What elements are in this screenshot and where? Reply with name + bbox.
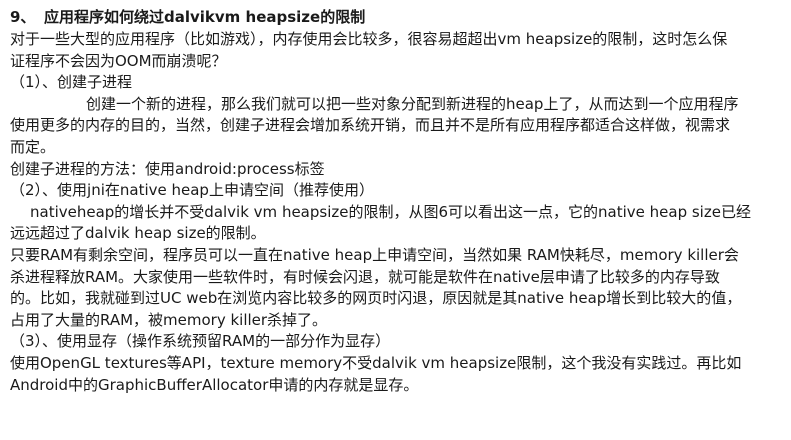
section-number: 9、 — [10, 8, 36, 26]
paragraph-line: 远远超过了dalvik heap size的限制。 — [10, 224, 266, 243]
paragraph-line: 占用了大量的RAM，被memory killer杀掉了。 — [10, 310, 328, 329]
section-title: 应用程序如何绕过dalvikvm heapsize的限制 — [44, 8, 366, 26]
article-body: 9、 应用程序如何绕过dalvikvm heapsize的限制 对于一些大型的应用… — [10, 6, 788, 396]
subheading-jni-native-heap: （2）、使用jni在native heap上申请空间（推荐使用） — [10, 181, 374, 200]
section-heading: 9、 应用程序如何绕过dalvikvm heapsize的限制 — [10, 6, 788, 29]
paragraph-line: Android中的GraphicBufferAllocator申请的内存就是显存… — [10, 375, 419, 394]
paragraph-line: 证程序不会因为OOM而崩溃呢？ — [10, 51, 227, 70]
paragraph-line: 使用OpenGL textures等API，texture memory不受da… — [10, 353, 742, 372]
paragraph-line: 使用更多的内存的目的，当然，创建子进程会增加系统开销，而且并不是所有应用程序都适… — [10, 116, 731, 135]
paragraph-line: 而定。 — [10, 137, 56, 156]
paragraph-line: 创建一个新的进程，那么我们就可以把一些对象分配到新进程的heap上了，从而达到一… — [86, 94, 739, 113]
paragraph-line: 的。比如，我就碰到过UC web在浏览内容比较多的网页时闪退，原因就是其nati… — [10, 289, 742, 308]
paragraph-line: 只要RAM有剩余空间，程序员可以一直在native heap上申请空间，当然如果… — [10, 245, 739, 264]
subheading-video-memory: （3）、使用显存（操作系统预留RAM的一部分作为显存） — [10, 332, 391, 351]
paragraph-line: 对于一些大型的应用程序（比如游戏），内存使用会比较多，很容易超超出vm heap… — [10, 30, 728, 48]
paragraph-line: 杀进程释放RAM。大家使用一些软件时，有时候会闪退，就可能是软件在native层… — [10, 267, 720, 286]
paragraph-line: 创建子进程的方法：使用android:process标签 — [10, 159, 325, 178]
subheading-create-process: （1）、创建子进程 — [10, 73, 133, 92]
paragraph-line: nativeheap的增长并不受dalvik vm heapsize的限制，从图… — [30, 202, 751, 221]
